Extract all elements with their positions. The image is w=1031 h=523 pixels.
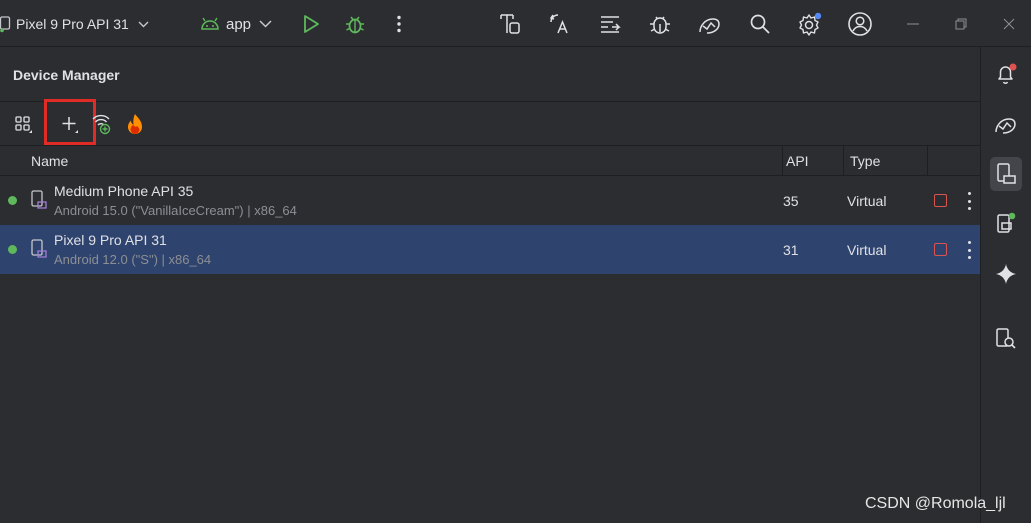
minimize-icon[interactable] [899, 10, 927, 38]
device-manager-icon[interactable] [990, 157, 1022, 191]
logcat-icon[interactable] [596, 10, 624, 38]
firebase-icon[interactable] [122, 111, 148, 137]
phone-icon [30, 190, 48, 210]
column-header-type[interactable]: Type [850, 153, 880, 169]
stop-button[interactable] [934, 243, 947, 256]
app-selector-label: app [226, 15, 252, 33]
device-selector[interactable]: Pixel 9 Pro API 31 [0, 12, 149, 36]
notifications-icon[interactable] [992, 60, 1020, 88]
running-status-icon [8, 245, 17, 254]
gemini-icon[interactable] [992, 260, 1020, 288]
android-icon [200, 17, 220, 31]
more-actions-icon[interactable] [964, 241, 974, 259]
stop-button[interactable] [934, 194, 947, 207]
device-api: 31 [783, 242, 799, 258]
run-config-selector[interactable]: app [200, 12, 272, 36]
device-icon [0, 15, 12, 33]
device-description: Android 15.0 ("VanillaIceCream") | x86_6… [54, 203, 297, 218]
account-icon[interactable] [846, 10, 874, 38]
column-header-name[interactable]: Name [31, 153, 68, 169]
settings-icon[interactable] [796, 10, 824, 38]
column-header-api[interactable]: API [786, 153, 809, 169]
device-type: Virtual [847, 193, 887, 209]
search-icon[interactable] [746, 10, 774, 38]
panel-title: Device Manager [13, 67, 120, 83]
chevron-down-icon [259, 20, 272, 28]
column-separator[interactable] [843, 145, 844, 176]
phone-icon [30, 239, 48, 259]
chevron-down-icon [138, 21, 149, 28]
main-toolbar: Pixel 9 Pro API 31 app [0, 0, 1031, 47]
run-icon[interactable] [297, 10, 325, 38]
device-selector-label: Pixel 9 Pro API 31 [16, 16, 129, 32]
column-separator[interactable] [782, 145, 783, 176]
translate-icon[interactable] [546, 10, 574, 38]
device-name: Medium Phone API 35 [54, 183, 194, 199]
running-devices-icon[interactable] [992, 210, 1020, 238]
watermark: CSDN @Romola_ljl [865, 495, 1006, 512]
pair-wifi-icon[interactable] [89, 111, 115, 137]
column-separator[interactable] [927, 145, 928, 176]
divider [0, 101, 980, 102]
close-icon[interactable] [995, 10, 1023, 38]
debug-icon[interactable] [341, 10, 369, 38]
device-description: Android 12.0 ("S") | x86_64 [54, 252, 212, 267]
device-api: 35 [783, 193, 799, 209]
device-group-icon[interactable] [11, 111, 37, 137]
more-icon[interactable] [385, 10, 413, 38]
device-name: Pixel 9 Pro API 31 [54, 232, 167, 248]
device-explorer-icon[interactable] [992, 325, 1020, 353]
restore-icon[interactable] [947, 10, 975, 38]
app-quality-icon[interactable] [992, 110, 1020, 138]
running-status-icon [8, 196, 17, 205]
more-actions-icon[interactable] [964, 192, 974, 210]
debug-bug-icon[interactable] [646, 10, 674, 38]
device-type: Virtual [847, 242, 887, 258]
device-table-header [0, 145, 980, 176]
app-quality-icon[interactable] [696, 10, 724, 38]
layout-inspector-icon[interactable] [496, 10, 524, 38]
